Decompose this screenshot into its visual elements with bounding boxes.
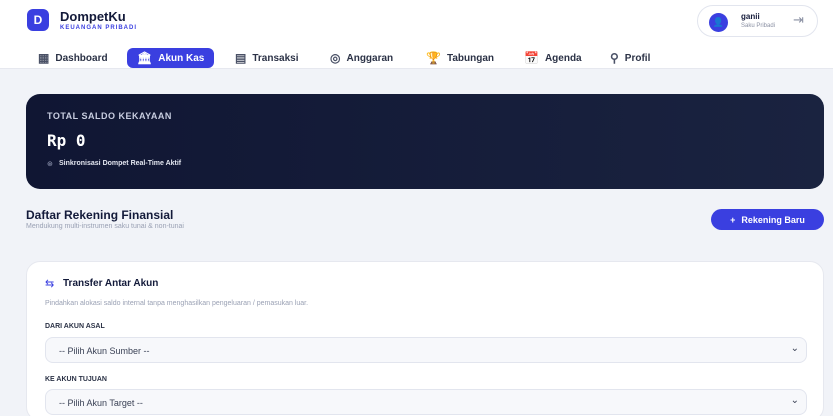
nav-label: Anggaran (346, 52, 394, 64)
nav-item-akun-kas[interactable]: 🏛 Akun Kas (127, 48, 215, 68)
trophy-icon: 🏆 (426, 51, 441, 65)
nav-item-agenda[interactable]: 📅 Agenda (524, 48, 582, 68)
total-balance-card: TOTAL SALDO KEKAYAAN Rp 0 ⊛ Sinkronisasi… (26, 94, 824, 189)
chevron-down-icon: ⌄ (790, 343, 799, 354)
brand-subtitle: KEUANGAN PRIBADI (60, 25, 138, 31)
to-account-select[interactable]: -- Pilih Akun Target -- ⌄ (45, 389, 807, 415)
nav-item-anggaran[interactable]: ◎ Anggaran (330, 48, 393, 68)
nav-item-profil[interactable]: ⚲ Profil (610, 48, 650, 68)
receipt-icon: ▤ (235, 51, 247, 65)
transfer-card: ⇆ Transfer Antar Akun Pindahkan alokasi … (26, 261, 824, 416)
nav-label: Dashboard (55, 52, 108, 64)
nav-item-transaksi[interactable]: ▤ Transaksi (235, 48, 299, 68)
user-menu[interactable]: 👤 ganii Saku Pribadi ⇥ (697, 5, 818, 37)
sync-icon: ⊛ (47, 161, 53, 168)
new-account-button[interactable]: + Rekening Baru (711, 209, 824, 230)
nav-label: Tabungan (446, 52, 494, 64)
from-account-label: DARI AKUN ASAL (45, 323, 105, 330)
app-header: D DompetKu KEUANGAN PRIBADI 👤 ganii Saku… (0, 0, 833, 45)
user-avatar-icon: 👤 (709, 13, 728, 32)
accounts-section-subtitle: Mendukung multi-instrumen saku tunai & n… (26, 223, 184, 230)
user-subtitle: Saku Pribadi (741, 23, 776, 29)
from-account-select[interactable]: -- Pilih Akun Sumber -- ⌄ (45, 337, 807, 363)
sync-status-text: Sinkronisasi Dompet Real-Time Aktif (59, 160, 182, 167)
nav-item-tabungan[interactable]: 🏆 Tabungan (426, 48, 494, 68)
nav-label: Akun Kas (158, 52, 205, 64)
balance-label: TOTAL SALDO KEKAYAAN (47, 111, 172, 121)
plus-icon: + (730, 214, 736, 225)
app-logo[interactable]: D (27, 9, 49, 31)
nav-item-dashboard[interactable]: ▦ Dashboard (38, 48, 108, 68)
main-nav: ▦ Dashboard 🏛 Akun Kas ▤ Transaksi ◎ Ang… (0, 45, 833, 69)
bank-icon: 🏛 (137, 51, 153, 65)
new-account-label: Rekening Baru (741, 214, 805, 225)
balance-value: Rp 0 (47, 131, 86, 150)
transfer-arrows-icon: ⇆ (45, 278, 55, 290)
user-name: ganii (741, 12, 760, 21)
nav-label: Agenda (544, 52, 582, 64)
calendar-icon: 📅 (524, 51, 539, 65)
from-account-value: -- Pilih Akun Sumber -- (59, 346, 150, 356)
nav-label: Profil (624, 52, 651, 64)
chevron-down-icon: ⌄ (790, 395, 799, 406)
accounts-section-title: Daftar Rekening Finansial (26, 208, 174, 222)
to-account-value: -- Pilih Akun Target -- (59, 398, 143, 408)
to-account-label: KE AKUN TUJUAN (45, 376, 107, 383)
user-icon: ⚲ (610, 51, 619, 65)
dashboard-icon: ▦ (38, 51, 50, 65)
transfer-description: Pindahkan alokasi saldo internal tanpa m… (45, 300, 309, 307)
transfer-title: Transfer Antar Akun (63, 278, 159, 289)
target-icon: ◎ (330, 51, 341, 65)
logout-icon[interactable]: ⇥ (793, 12, 804, 28)
brand-name: DompetKu (60, 9, 126, 24)
nav-label: Transaksi (252, 52, 299, 64)
